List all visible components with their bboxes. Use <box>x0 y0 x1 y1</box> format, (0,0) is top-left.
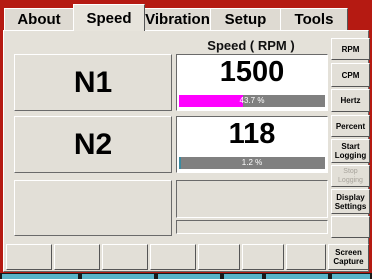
display-settings-button[interactable]: Display Settings <box>331 189 370 214</box>
tab-vibration[interactable]: Vibration <box>144 8 211 30</box>
tab-bar: About Speed Vibration Setup Tools <box>0 0 372 31</box>
cpm-button[interactable]: CPM <box>331 63 370 87</box>
status-cell-4 <box>224 274 262 279</box>
percent-button[interactable]: Percent <box>331 115 370 137</box>
n1-speed-value: 1500 <box>219 56 285 88</box>
start-logging-button[interactable]: Start Logging <box>331 139 370 163</box>
function-key-5[interactable] <box>198 244 240 270</box>
tab-setup[interactable]: Setup <box>210 8 281 30</box>
n3-empty-display-top <box>176 180 328 218</box>
function-key-7[interactable] <box>286 244 326 270</box>
n3-empty-slot <box>14 180 172 236</box>
hertz-button[interactable]: Hertz <box>331 89 370 112</box>
n1-button[interactable]: N1 <box>14 54 172 111</box>
n2-speed-value: 118 <box>228 118 276 150</box>
speed-panel: Speed ( RPM ) N1 1500 43.7 % N2 118 1.2 … <box>3 30 370 272</box>
speed-header: Speed ( RPM ) <box>207 38 295 53</box>
function-key-4[interactable] <box>150 244 196 270</box>
n2-button[interactable]: N2 <box>14 116 172 173</box>
status-bar <box>0 273 372 279</box>
function-key-6[interactable] <box>242 244 284 270</box>
tab-about[interactable]: About <box>4 8 74 30</box>
tab-tools[interactable]: Tools <box>280 8 348 30</box>
screen-capture-button[interactable]: Screen Capture <box>328 244 369 270</box>
n1-percent-label: 43.7 % <box>239 96 265 105</box>
function-key-1[interactable] <box>6 244 52 270</box>
n2-percent-bar: 1.2 % <box>179 157 325 169</box>
rpm-button[interactable]: RPM <box>331 38 370 60</box>
n1-value-display: 1500 43.7 % <box>176 54 328 111</box>
status-cell-2 <box>82 274 154 279</box>
n1-percent-bar: 43.7 % <box>179 95 325 107</box>
status-cell-1 <box>2 274 78 279</box>
function-key-2[interactable] <box>54 244 100 270</box>
n2-value-display: 118 1.2 % <box>176 116 328 173</box>
stop-logging-button: Stop Logging <box>331 165 370 187</box>
status-cell-6 <box>332 274 370 279</box>
n3-empty-display-bar <box>176 220 328 234</box>
function-key-3[interactable] <box>102 244 148 270</box>
tab-speed[interactable]: Speed <box>73 4 145 31</box>
n2-percent-label: 1.2 % <box>241 158 263 167</box>
status-cell-3 <box>158 274 220 279</box>
status-cell-5 <box>266 274 328 279</box>
side-empty-button[interactable] <box>331 216 370 238</box>
